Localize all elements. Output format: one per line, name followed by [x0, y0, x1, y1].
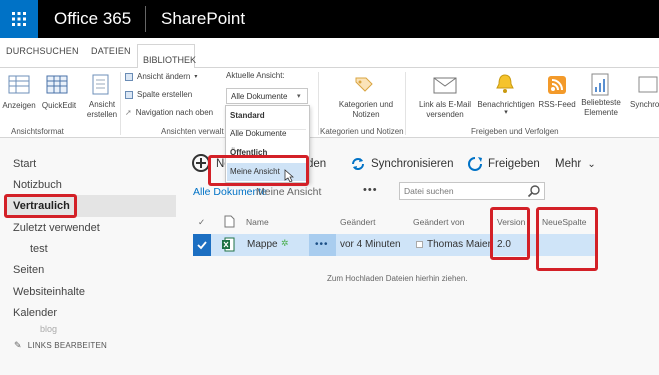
more-label: Mehr [555, 158, 582, 170]
view-tab-my-view[interactable]: Meine Ansicht [256, 186, 321, 198]
tab-bibliothek[interactable]: BIBLIOTHEK [137, 44, 197, 69]
column-header-name[interactable]: Name [246, 217, 269, 227]
nav-item-seiten[interactable]: Seiten [13, 264, 44, 276]
new-item-sparkle-icon: ✲ [281, 238, 289, 248]
anzeigen-button[interactable]: Anzeigen [2, 101, 36, 111]
rss-feed-button[interactable]: RSS-Feed [537, 100, 577, 110]
group-divider [120, 72, 121, 135]
create-column-icon [125, 90, 133, 99]
column-header-modified[interactable]: Geändert [340, 217, 375, 227]
current-view-caption: Aktuelle Ansicht: [226, 71, 285, 80]
modify-view-icon [125, 72, 133, 81]
sharepoint-title[interactable]: SharePoint [161, 9, 245, 29]
tab-dateien[interactable]: DATEIEN [91, 46, 131, 56]
popular-items-icon [591, 73, 609, 96]
app-launcher-icon[interactable] [0, 0, 38, 38]
group-ansichten: Ansichten verwalt [161, 127, 224, 136]
create-column-button[interactable]: Spalte erstellen [125, 90, 192, 99]
navigate-up-label: Navigation nach oben [135, 108, 214, 117]
view-table-icon [8, 75, 30, 94]
modify-view-button[interactable]: Ansicht ändern ▾ [125, 72, 197, 81]
highlight-new-column [536, 207, 598, 271]
nav-item-blog[interactable]: blog [40, 324, 57, 334]
create-view-icon [92, 74, 109, 95]
email-link-button[interactable]: Link als E-Mail versenden [413, 100, 477, 120]
rss-feed-icon [548, 76, 566, 94]
view-more-button[interactable]: ••• [363, 184, 378, 196]
popular-items-button[interactable]: Beliebteste Elemente [578, 98, 624, 118]
pencil-icon: ✎ [14, 340, 22, 350]
column-header-modified-by[interactable]: Geändert von [413, 217, 465, 227]
office365-title[interactable]: Office 365 [54, 9, 131, 29]
nav-item-websiteinhalte[interactable]: Websiteinhalte [13, 286, 85, 298]
tab-bibliothek-label: BIBLIOTHEK [143, 55, 197, 65]
nav-item-test[interactable]: test [30, 243, 48, 255]
more-button[interactable]: Mehr ⌄ [555, 158, 596, 170]
row-select-checkbox[interactable] [193, 234, 211, 256]
create-column-label: Spalte erstellen [137, 90, 193, 99]
quickedit-grid-icon [46, 75, 68, 94]
modified-value: vor 4 Minuten [340, 239, 401, 250]
email-link-icon [433, 77, 457, 94]
tags-notes-icon [355, 77, 373, 92]
chevron-down-icon: ▾ [297, 93, 301, 100]
modified-by-link[interactable]: Thomas Maier [427, 239, 491, 250]
group-divider [405, 72, 406, 135]
group-divider [318, 72, 319, 135]
tab-durchsuchen[interactable]: DURCHSUCHEN [6, 46, 79, 56]
create-view-button[interactable]: Ansicht erstellen [84, 100, 120, 120]
chevron-down-icon: ▾ [194, 74, 198, 80]
item-menu-button[interactable]: ••• [309, 234, 336, 256]
share-button[interactable]: Freigeben [488, 158, 540, 170]
navigate-up-button[interactable]: ➚ Navigation nach oben [125, 108, 213, 117]
chevron-down-icon: ▾ [504, 109, 508, 116]
edit-links-label: LINKS BEARBEITEN [27, 341, 107, 350]
presence-indicator-icon [416, 241, 423, 248]
nav-item-start[interactable]: Start [13, 158, 36, 170]
checkmark-icon [197, 241, 207, 250]
group-kategorien: Kategorien und Notizen [320, 127, 404, 136]
group-ansichtsformat: Ansichtsformat [11, 127, 64, 136]
nav-item-zuletzt[interactable]: Zuletzt verwendet [13, 222, 100, 234]
nav-item-notizbuch[interactable]: Notizbuch [13, 179, 62, 191]
arrow-up-icon: ➚ [125, 108, 132, 117]
chevron-down-icon: ⌄ [587, 159, 596, 170]
group-freigeben: Freigeben und Verfolgen [471, 127, 559, 136]
drop-hint: Zum Hochladen Dateien hierhin ziehen. [327, 274, 468, 283]
item-menu-dots: ••• [315, 239, 329, 250]
current-view-select[interactable]: Alle Dokumente [226, 88, 308, 104]
alert-bell-icon [496, 74, 514, 93]
quickedit-button[interactable]: QuickEdit [40, 101, 78, 111]
dropdown-item-alle[interactable]: Alle Dokumente [230, 129, 286, 138]
search-icon[interactable] [527, 184, 541, 198]
search-placeholder: Datei suchen [404, 186, 454, 196]
excel-file-icon [222, 237, 235, 252]
highlight-meine-ansicht [208, 155, 309, 186]
sync-icon [638, 76, 658, 93]
share-icon [468, 157, 482, 171]
highlight-version-column [490, 207, 530, 260]
sync-ribbon-button[interactable]: Synchro [630, 100, 659, 110]
highlight-vertraulich [4, 194, 77, 218]
tags-notes-button[interactable]: Kategorien und Notizen [335, 100, 397, 120]
modify-view-label: Ansicht ändern [137, 72, 191, 81]
sync-arrows-icon [352, 158, 364, 170]
select-all-checkmark-icon[interactable]: ✓ [198, 217, 205, 228]
suite-divider [145, 6, 146, 32]
edit-links-button[interactable]: ✎ LINKS BEARBEITEN [14, 340, 107, 351]
file-name-link[interactable]: Mappe [247, 239, 278, 250]
nav-item-kalender[interactable]: Kalender [13, 307, 57, 319]
file-type-icon [224, 215, 235, 228]
dropdown-header-standard: Standard [230, 111, 265, 120]
sync-button[interactable]: Synchronisieren [371, 158, 453, 170]
